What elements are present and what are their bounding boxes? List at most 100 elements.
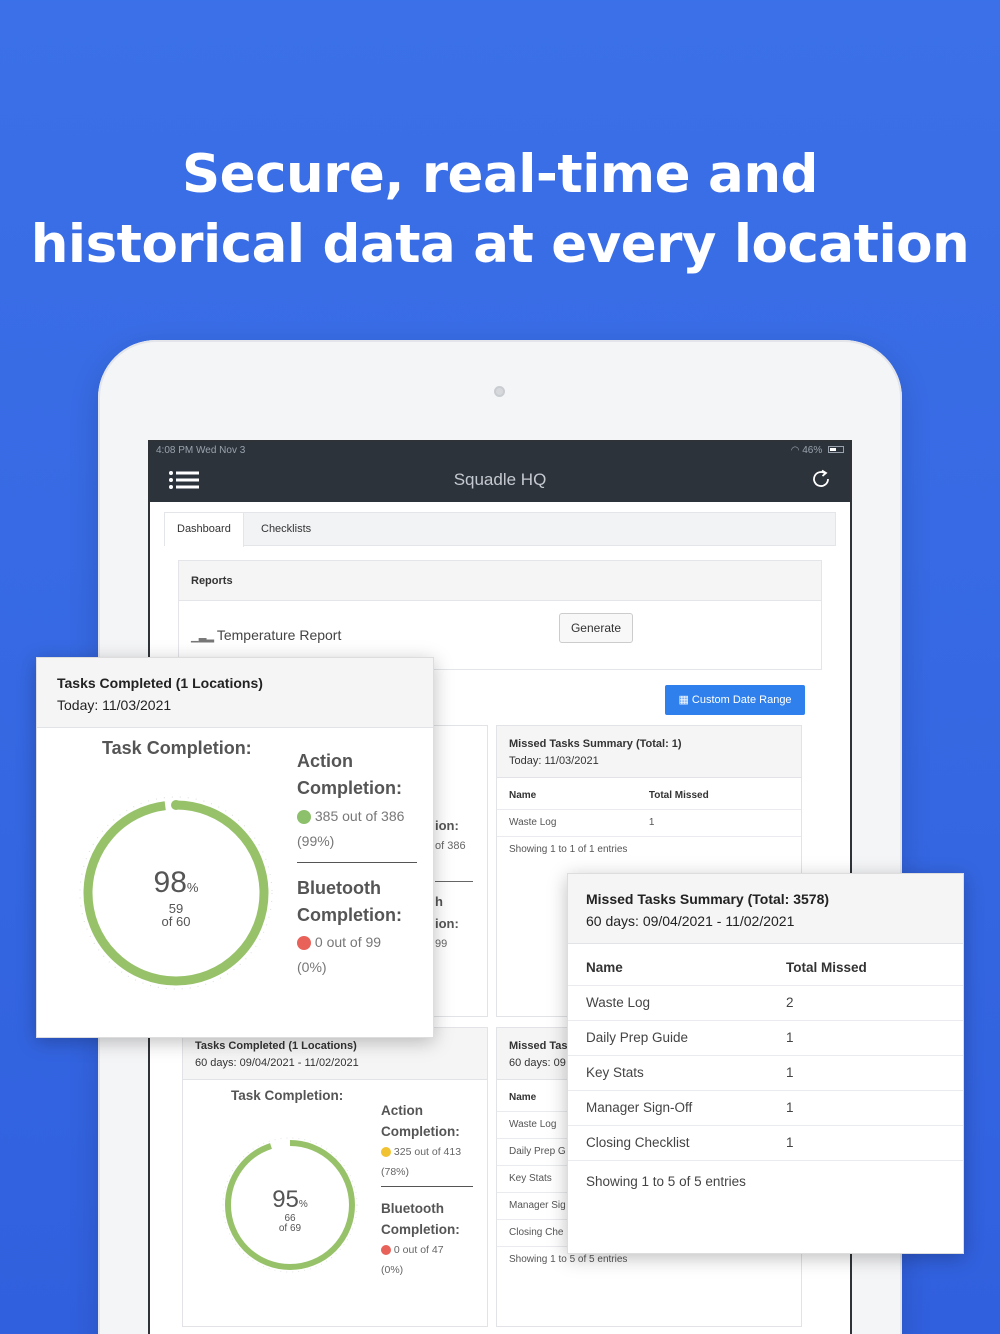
peek-label-d: ion: [435,916,459,931]
table-row: Waste Log 1 [497,808,801,836]
custom-date-range-label: Custom Date Range [691,694,792,706]
battery-indicator: ◠ 46% [791,445,844,456]
peek-divider [435,881,473,882]
action-label-2: Completion: [381,1124,460,1139]
missed-60-bg-subtitle: 60 days: 09 [509,1057,566,1069]
reports-panel: Reports ▁▃▂ Temperature Report Generate [178,560,822,670]
missed-60-title: Missed Tasks Summary (Total: 3578) [586,891,830,907]
temperature-report-row: ▁▃▂ Temperature Report [191,627,341,643]
custom-date-range-button[interactable]: ▦ Custom Date Range [665,685,805,715]
tab-bar: Dashboard Checklists [164,512,836,547]
ring-of-total: of 60 [161,914,191,929]
ring-60-center: 95% 66 of 69 [213,1186,367,1234]
ring-percent: 98 [153,866,187,899]
bt-completion-60: Bluetooth Completion: [381,1198,460,1240]
bt-value-block: 0 out of 99 (0%) [297,930,381,980]
missed-today-table: Name Total Missed Waste Log 1 Showing 1 … [497,782,801,863]
bt-value-60: 0 out of 47 (0%) [381,1240,444,1280]
peek-label-c: h [435,894,443,909]
status-time: 4:08 PM Wed Nov 3 [156,444,246,456]
action-completion: Action Completion: [297,748,402,802]
generate-button[interactable]: Generate [559,613,633,643]
row-name: Daily Prep Guide [568,1019,768,1055]
table-row: Closing Checklist 1 [568,1124,963,1160]
temperature-report-label: Temperature Report [216,627,342,643]
app-header: Squadle HQ [150,458,850,502]
row-missed: 1 [768,1124,963,1160]
row-missed: 1 [636,808,801,836]
tasks-today-card: Tasks Completed (1 Locations) Today: 11/… [36,657,434,1038]
bt-pct: (0%) [381,1264,404,1276]
camera-icon [494,386,505,397]
tasks-today-header: Tasks Completed (1 Locations) Today: 11/… [37,658,433,728]
col-total-missed: Total Missed [648,789,709,801]
row-missed: 1 [768,1089,963,1125]
action-label-1: Action [381,1103,423,1118]
missed-tasks-60-card: Missed Tasks Summary (Total: 3578) 60 da… [567,873,964,1254]
action-value: 325 out of 413 [393,1146,462,1158]
peek-label-b: of 386 [435,840,466,852]
row-name: Key Stats [568,1054,768,1090]
row-name: Manager Sign-Off [568,1089,768,1125]
reports-header: Reports [179,561,821,601]
col-total-missed: Total Missed [786,959,867,975]
headline-line-2: historical data at every location [30,214,970,275]
row-name: Waste Log [497,808,637,836]
table-footer: Showing 1 to 1 of 1 entries [497,835,801,863]
row-name: Closing Checklist [568,1124,768,1160]
red-status-dot [381,1245,391,1256]
action-pct: (78%) [381,1166,410,1178]
refresh-icon[interactable] [810,468,832,490]
action-value-60: 325 out of 413 (78%) [381,1142,461,1182]
ring-center: 98% 59 of 60 [73,866,279,928]
marketing-headline: Secure, real-time and historical data at… [0,140,1000,280]
ring-60-percent: 95 [272,1186,299,1213]
divider [381,1186,473,1187]
row-missed: 1 [768,1019,963,1055]
col-name: Name [509,789,537,801]
task-completion-label: Task Completion: [231,1088,344,1103]
red-status-dot [297,936,311,951]
bt-label-2: Completion: [297,905,402,925]
yellow-status-dot [381,1147,391,1158]
action-pct: (99%) [297,833,335,849]
row-missed: 2 [768,984,963,1020]
missed-today-header: Missed Tasks Summary (Total: 1) Today: 1… [497,726,801,778]
divider [297,862,417,863]
missed-today-title: Missed Tasks Summary (Total: 1) [509,738,682,750]
table-footer: Showing 1 to 5 of 5 entries [568,1159,963,1202]
tab-dashboard[interactable]: Dashboard [165,513,244,547]
battery-icon [828,446,844,454]
table-row: Daily Prep Guide 1 [568,1019,963,1055]
action-label-2: Completion: [297,778,402,798]
missed-60-subtitle: 60 days: 09/04/2021 - 11/02/2021 [586,913,795,929]
task-completion-label: Task Completion: [102,738,252,758]
missed-60-table: Name Total Missed Waste Log 2 Daily Prep … [568,950,963,1202]
tasks-60-panel: Tasks Completed (1 Locations) 60 days: 0… [182,1027,488,1327]
tasks-60-title: Tasks Completed (1 Locations) [195,1040,357,1052]
wifi-icon: ◠ [790,444,803,456]
col-name: Name [586,959,623,975]
table-row: Key Stats 1 [568,1054,963,1090]
tab-checklists[interactable]: Checklists [249,513,323,547]
missed-today-subtitle: Today: 11/03/2021 [509,755,599,767]
ring-60-of-total: of 69 [278,1223,302,1234]
row-missed: 1 [768,1054,963,1090]
missed-60-header: Missed Tasks Summary (Total: 3578) 60 da… [568,874,963,944]
bt-completion: Bluetooth Completion: [297,875,402,929]
status-bar: 4:08 PM Wed Nov 3 ◠ 46% [150,442,850,458]
bt-label-1: Bluetooth [297,878,381,898]
tasks-today-title: Tasks Completed (1 Locations) [57,675,263,691]
table-row: Waste Log 2 [568,984,963,1020]
bt-label-2: Completion: [381,1222,460,1237]
bt-value: 0 out of 99 [314,934,382,950]
battery-level: 46% [802,444,823,456]
calendar-icon: ▦ [678,694,692,706]
peek-label-a: ion: [435,818,459,833]
bt-pct: (0%) [297,959,327,975]
tasks-today-subtitle: Today: 11/03/2021 [57,697,172,713]
table-row: Manager Sign-Off 1 [568,1089,963,1125]
bt-label-1: Bluetooth [381,1201,444,1216]
ring-60-percent-sign: % [298,1199,308,1210]
progress-knob [171,800,181,810]
